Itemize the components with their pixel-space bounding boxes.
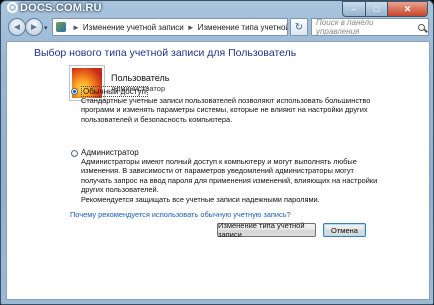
administrator-radio[interactable] [71,150,78,157]
breadcrumb-separator[interactable]: ► [187,23,195,32]
window: DOCS.COM.RU – □ ✕ ◄ ► ▾ ► Изменение учет… [0,0,434,305]
back-button[interactable]: ◄ [8,18,26,36]
administrator-description: Администраторы имеют полный доступ к ком… [81,157,378,194]
recent-pages-dropdown-icon[interactable]: ▾ [44,24,48,32]
why-standard-account-link[interactable]: Почему рекомендуется использовать обычну… [70,210,291,219]
administrator-label[interactable]: Администратор [81,148,139,157]
change-account-type-button[interactable]: Изменение типа учетной записи [217,221,316,239]
standard-user-description: Стандартные учетные записи пользователей… [81,96,371,124]
search-placeholder: Поиск в панели управления [316,18,374,36]
address-bar[interactable]: ► Изменение учетной записи ► Изменение т… [52,18,288,36]
close-button[interactable]: ✕ [388,1,428,17]
breadcrumb-item[interactable]: Изменение учетной записи [83,23,184,32]
breadcrumb-item[interactable]: Изменение типа учетной записи [198,23,287,32]
content-pane: Выбор нового типа учетной записи для Пол… [6,41,430,300]
watermark-text: DOCS.COM.RU [20,2,102,14]
watermark-logo-icon [7,2,18,13]
minimize-button[interactable]: – [342,1,366,17]
password-recommendation: Рекомендуется защищать все учетные запис… [81,195,320,204]
search-icon[interactable] [418,23,425,31]
search-input[interactable]: Поиск в панели управления [311,18,429,36]
refresh-button[interactable]: ↻ [290,18,308,36]
cancel-button[interactable]: Отмена [323,223,366,237]
caption-buttons: – □ ✕ [342,1,428,17]
forward-button[interactable]: ► [25,18,43,36]
breadcrumb-separator[interactable]: ► [72,23,80,32]
user-name: Пользователь [111,73,170,83]
control-panel-icon [56,22,66,32]
watermark: DOCS.COM.RU [7,2,102,14]
page-title: Выбор нового типа учетной записи для Пол… [34,47,297,59]
standard-user-radio[interactable] [71,88,78,95]
maximize-button[interactable]: □ [366,1,388,17]
navigation-bar: ◄ ► ▾ ► Изменение учетной записи ► Измен… [6,17,430,39]
